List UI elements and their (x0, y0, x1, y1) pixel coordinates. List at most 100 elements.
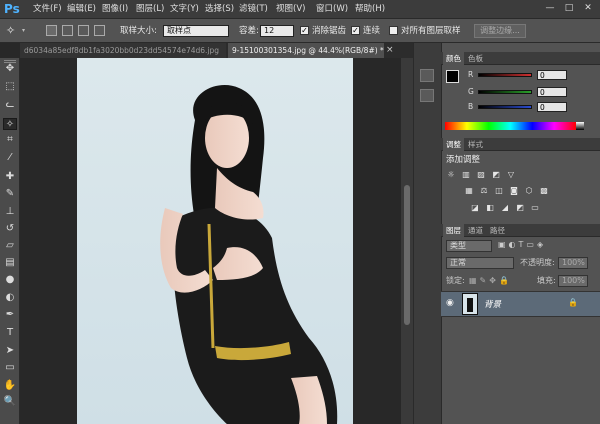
all-layers-checkbox[interactable] (389, 26, 398, 35)
adjustment-row3-4-icon[interactable]: ▭ (530, 203, 540, 213)
adjustment-row2-4-icon[interactable]: ⬡ (524, 186, 534, 196)
sample-size-label: 取样大小: (120, 26, 157, 36)
tab-layers[interactable]: 图层 (443, 224, 464, 237)
add-selection-icon[interactable] (62, 25, 73, 36)
close-window-button[interactable]: ✕ (583, 3, 593, 13)
move-tool-icon[interactable]: ✥ (3, 63, 17, 75)
minimize-button[interactable]: — (545, 3, 555, 13)
refine-edge-button[interactable]: 调整边缘... (474, 24, 526, 38)
grayscale-ramp[interactable] (576, 122, 584, 130)
layer-filter-icons[interactable]: ▣◐T▭◈ (498, 239, 588, 251)
dodge-tool-icon[interactable]: ◐ (3, 292, 17, 304)
menu-filter[interactable]: 滤镜(T) (239, 3, 268, 16)
document-image[interactable] (77, 58, 353, 424)
adjustment-row2-3-icon[interactable]: ◙ (509, 186, 519, 196)
blend-mode-select[interactable]: 正常 (446, 257, 514, 269)
menu-view[interactable]: 视图(V) (276, 3, 305, 16)
lock-icons[interactable]: ▦✎✥🔒 (469, 275, 519, 287)
layer-name[interactable]: 背景 (484, 298, 501, 310)
channel-slider-g[interactable] (478, 90, 532, 94)
subtract-selection-icon[interactable] (78, 25, 89, 36)
channel-slider-r[interactable] (478, 73, 532, 77)
gradient-tool-icon[interactable]: ▤ (3, 257, 17, 269)
brush-tool-icon[interactable]: ✎ (3, 188, 17, 200)
channel-value-r[interactable]: 0 (537, 70, 567, 80)
opacity-input[interactable]: 100% (558, 257, 588, 269)
clone-stamp-icon[interactable]: ⊥ (3, 206, 17, 218)
add-adjustment-title: 添加调整 (446, 155, 481, 165)
channel-value-g[interactable]: 0 (537, 87, 567, 97)
properties-panel-icon[interactable] (420, 89, 434, 102)
collapsed-panel-strip (413, 43, 441, 424)
adjustment-row1-2-icon[interactable]: ▨ (476, 170, 486, 180)
eyedropper-tool-icon[interactable]: ⁄ (3, 152, 17, 164)
adjustment-row3-1-icon[interactable]: ◧ (485, 203, 495, 213)
path-select-icon[interactable]: ➤ (3, 345, 17, 357)
history-brush-icon[interactable]: ↺ (3, 223, 17, 235)
antialias-label: 消除锯齿 (312, 26, 347, 36)
intersect-selection-icon[interactable] (94, 25, 105, 36)
marquee-tool-icon[interactable]: ⬚ (3, 81, 17, 93)
hand-tool-icon[interactable]: ✋ (3, 380, 17, 392)
new-selection-icon[interactable] (46, 25, 57, 36)
adjustment-row1-4-icon[interactable]: ▽ (506, 170, 516, 180)
layer-thumbnail (462, 293, 478, 315)
adjustment-row3-2-icon[interactable]: ◢ (500, 203, 510, 213)
menu-layer[interactable]: 图层(L) (136, 3, 164, 16)
sample-size-select[interactable]: 取样点 (163, 25, 229, 37)
tab-swatches[interactable]: 色板 (465, 52, 486, 65)
tolerance-input[interactable]: 12 (260, 25, 294, 37)
shape-tool-icon[interactable]: ▭ (3, 362, 17, 374)
document-tab-inactive[interactable]: d6034a85edf8db1fa3020bb0d23dd54574e74d6.… (20, 43, 226, 58)
menu-file[interactable]: 文件(F) (33, 3, 62, 16)
close-tab-icon[interactable]: × (386, 45, 396, 56)
channel-slider-b[interactable] (478, 105, 532, 109)
menu-select[interactable]: 选择(S) (205, 3, 234, 16)
tolerance-label: 容差: (239, 26, 259, 36)
color-ramp[interactable] (445, 122, 576, 130)
adjustment-row2-5-icon[interactable]: ▩ (539, 186, 549, 196)
menu-type[interactable]: 文字(Y) (170, 3, 199, 16)
magic-wand-tool-icon[interactable]: ✧ (3, 118, 17, 130)
tab-adjustments[interactable]: 调整 (443, 138, 464, 151)
healing-brush-icon[interactable]: ✚ (3, 171, 17, 183)
fill-input[interactable]: 100% (558, 275, 588, 287)
adjustment-row3-0-icon[interactable]: ◪ (470, 203, 480, 213)
menu-help[interactable]: 帮助(H) (355, 3, 385, 16)
pen-tool-icon[interactable]: ✒ (3, 309, 17, 321)
contiguous-checkbox[interactable]: ✓ (351, 26, 360, 35)
menu-image[interactable]: 图像(I) (102, 3, 128, 16)
tab-paths[interactable]: 路径 (487, 224, 508, 237)
adjustment-row2-0-icon[interactable]: ▦ (464, 186, 474, 196)
tab-channels[interactable]: 通道 (465, 224, 486, 237)
document-tab-active[interactable]: 9-15100301354.jpg @ 44.4%(RGB/8#) * (228, 43, 384, 58)
type-tool-icon[interactable]: T (3, 327, 17, 339)
crop-tool-icon[interactable]: ⌗ (3, 134, 17, 146)
lasso-tool-icon[interactable]: ᓚ (3, 99, 17, 111)
layer-kind-filter[interactable]: 类型 (446, 240, 492, 252)
magic-wand-preset-icon[interactable]: ✧ (6, 24, 20, 38)
adjustment-row2-1-icon[interactable]: ⚖ (479, 186, 489, 196)
history-panel-icon[interactable] (420, 69, 434, 82)
adjustment-row1-1-icon[interactable]: ▥ (461, 170, 471, 180)
options-bar: ✧ ▾ 取样大小: 取样点 容差: 12 ✓ 消除锯齿 ✓ 连续 对所有图层取样… (0, 19, 600, 43)
antialias-checkbox[interactable]: ✓ (300, 26, 309, 35)
chevron-down-icon[interactable]: ▾ (22, 28, 28, 34)
channel-value-b[interactable]: 0 (537, 102, 567, 112)
tab-color[interactable]: 颜色 (443, 52, 464, 65)
adjustment-row1-3-icon[interactable]: ◩ (491, 170, 501, 180)
adjustment-row1-0-icon[interactable]: ☼ (446, 170, 456, 180)
menu-edit[interactable]: 编辑(E) (67, 3, 96, 16)
zoom-tool-icon[interactable]: 🔍 (3, 396, 17, 408)
tab-styles[interactable]: 样式 (465, 138, 486, 151)
maximize-button[interactable]: □ (564, 3, 574, 13)
blur-tool-icon[interactable]: ● (3, 274, 17, 286)
adjustment-row2-2-icon[interactable]: ◫ (494, 186, 504, 196)
channel-label-g: G (468, 87, 474, 96)
menu-window[interactable]: 窗口(W) (316, 3, 348, 16)
adjustment-row3-3-icon[interactable]: ◩ (515, 203, 525, 213)
scrollbar-thumb[interactable] (404, 185, 410, 325)
eraser-tool-icon[interactable]: ▱ (3, 240, 17, 252)
foreground-color-swatch[interactable] (446, 70, 459, 83)
visibility-eye-icon[interactable]: ◉ (446, 298, 456, 308)
